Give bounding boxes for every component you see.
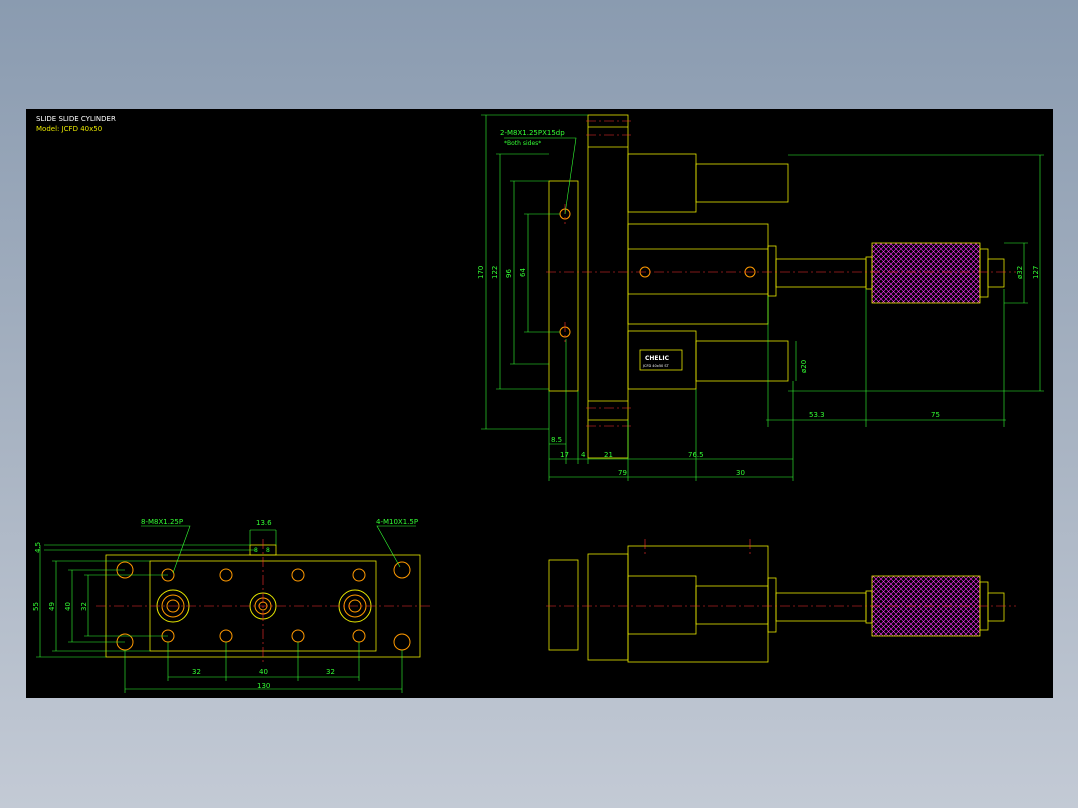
- end-nut: [987, 258, 1005, 288]
- main-plate: [587, 114, 629, 459]
- dim-96: 96: [505, 269, 513, 278]
- brand-sublabel: JCFD 40x50 ST: [642, 364, 670, 368]
- front-end-plate: [548, 559, 579, 651]
- front-main-plate: [587, 553, 629, 661]
- dim-170: 170: [477, 266, 485, 279]
- dim-130: 130: [257, 682, 270, 690]
- dim-dia-32: ø32: [1016, 266, 1024, 279]
- callout-mount-holes: 2-M8X1.25PX15dp: [500, 129, 565, 137]
- dim-8a: 8: [254, 547, 258, 554]
- dim-49: 49: [48, 602, 56, 611]
- dim-4: 4: [581, 451, 586, 459]
- dim-40-vertical: 40: [64, 602, 72, 611]
- front-view: [548, 545, 1005, 663]
- dim-32-left: 32: [192, 668, 201, 676]
- upper-guide-block: [627, 153, 697, 213]
- dim-127: 127: [1032, 266, 1040, 279]
- plan-view-centerlines: [96, 539, 430, 665]
- callout-8-holes: 8-M8X1.25P: [141, 518, 183, 526]
- plan-view-dimensions: [36, 525, 416, 693]
- dim-76-5: 76.5: [688, 451, 704, 459]
- piston-rod: [775, 258, 867, 288]
- dim-17: 17: [560, 451, 569, 459]
- cad-drawing: SLIDE SLIDE CYLINDER Model: JCFD 40x50 C…: [32, 114, 1044, 693]
- side-view-holes: [559, 208, 756, 338]
- dim-8-5: 8.5: [551, 436, 562, 444]
- lower-guide-rod: [695, 340, 789, 382]
- front-piston-rod: [775, 592, 867, 622]
- dim-53-3: 53.3: [809, 411, 825, 419]
- front-cylinder-body: [627, 545, 769, 663]
- drawing-sheet: SLIDE SLIDE CYLINDER Model: JCFD 40x50 C…: [26, 109, 1053, 698]
- dim-64: 64: [519, 268, 527, 277]
- dim-32-vertical: 32: [80, 602, 88, 611]
- dim-21: 21: [604, 451, 613, 459]
- dim-40-middle: 40: [259, 668, 268, 676]
- side-view: [548, 114, 1005, 459]
- upper-guide-rod: [695, 163, 789, 203]
- dim-13-6: 13.6: [256, 519, 272, 527]
- brand-label: CHELIC: [645, 355, 670, 362]
- cylinder-body: [627, 223, 769, 325]
- dim-55: 55: [32, 602, 40, 611]
- callout-4-holes: 4-M10X1.5P: [376, 518, 418, 526]
- callout-both-sides: *Both sides*: [504, 140, 541, 147]
- dim-4-5: 4.5: [34, 542, 42, 553]
- dim-8b: 8: [266, 547, 270, 554]
- drawing-title: SLIDE SLIDE CYLINDER: [36, 115, 116, 123]
- dim-79: 79: [618, 469, 627, 477]
- dim-122: 122: [491, 266, 499, 279]
- left-end-plate: [548, 180, 579, 392]
- dim-32-right: 32: [326, 668, 335, 676]
- knurled-knob: [871, 242, 981, 304]
- dim-30: 30: [736, 469, 745, 477]
- model-label: Model: JCFD 40x50: [36, 125, 102, 133]
- dim-75: 75: [931, 411, 940, 419]
- dim-dia-20: ø20: [800, 360, 808, 373]
